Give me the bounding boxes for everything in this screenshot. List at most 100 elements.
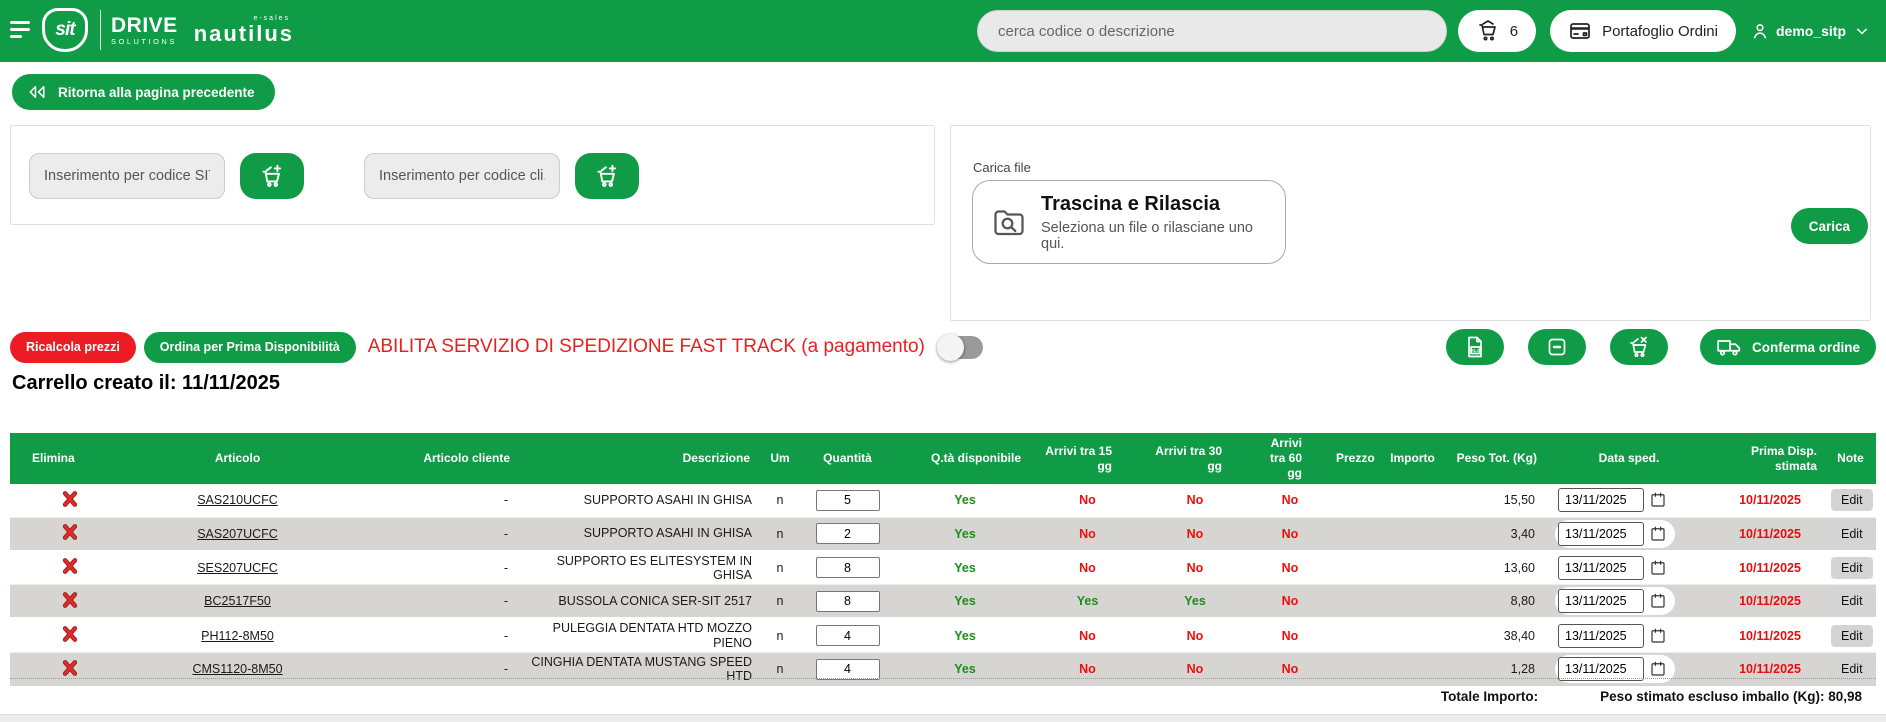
user-icon	[1750, 21, 1770, 41]
first-availability-date: 10/11/2025	[1739, 594, 1801, 608]
ship-date-input[interactable]	[1558, 624, 1644, 648]
price-cell	[1330, 517, 1377, 551]
calendar-picker-button[interactable]	[1644, 592, 1672, 610]
dropzone-subtitle: Seleziona un file o rilasciane uno qui.	[1041, 220, 1267, 252]
bottom-strip	[0, 714, 1886, 722]
arrival-60-cell: No	[1250, 551, 1330, 585]
ship-date-input[interactable]	[1558, 589, 1644, 613]
export-xls-button[interactable]: XLS	[1446, 329, 1504, 365]
table-tools: XLS Conferma ordine	[1446, 329, 1876, 365]
ship-date-input[interactable]	[1558, 488, 1644, 512]
delete-item-button[interactable]	[61, 625, 79, 643]
edit-note-button[interactable]: Edit	[1831, 557, 1873, 579]
description-cell: SUPPORTO ASAHI IN GHISA	[520, 517, 760, 551]
weight-cell: 15,50	[1448, 484, 1543, 517]
confirm-order-button[interactable]: Conferma ordine	[1700, 329, 1876, 365]
client-article-cell: -	[345, 517, 520, 551]
quantity-input[interactable]	[816, 591, 880, 612]
fasttrack-label: ABILITA SERVIZIO DI SPEDIZIONE FAST TRAC…	[368, 336, 925, 358]
user-menu[interactable]: demo_sitp	[1750, 21, 1872, 41]
calendar-picker-button[interactable]	[1644, 491, 1672, 509]
column-header: Articolo cliente	[345, 433, 520, 484]
article-code-link[interactable]: SES207UCFC	[197, 561, 278, 575]
weight-cell: 13,60	[1448, 551, 1543, 585]
double-chevron-left-icon	[26, 83, 48, 101]
calendar-picker-button[interactable]	[1644, 660, 1672, 678]
cart-actions-row: Ricalcola prezzi Ordina per Prima Dispon…	[10, 328, 1876, 366]
edit-note-button[interactable]: Edit	[1831, 625, 1873, 647]
cart-table: EliminaArticoloArticolo clienteDescrizio…	[10, 433, 1876, 688]
ship-date-field	[1555, 622, 1675, 650]
empty-cart-button[interactable]	[1610, 329, 1668, 365]
quantity-input[interactable]	[816, 490, 880, 511]
sit-logo: sit	[42, 8, 88, 52]
article-code-link[interactable]: CMS1120-8M50	[192, 662, 282, 676]
delete-item-button[interactable]	[61, 490, 79, 508]
unit-cell: n	[760, 484, 800, 517]
fasttrack-toggle[interactable]	[939, 336, 983, 359]
recalculate-prices-button[interactable]: Ricalcola prezzi	[10, 332, 136, 363]
arrival-15-cell: No	[1035, 618, 1140, 652]
calendar-icon	[1649, 525, 1667, 543]
delete-item-button[interactable]	[61, 591, 79, 609]
quantity-input[interactable]	[816, 659, 880, 680]
quantity-input[interactable]	[816, 625, 880, 646]
arrival-15-cell: No	[1035, 484, 1140, 517]
hamburger-menu-icon[interactable]	[10, 21, 32, 41]
quantity-input[interactable]	[816, 557, 880, 578]
username: demo_sitp	[1776, 23, 1846, 39]
calendar-picker-button[interactable]	[1644, 559, 1672, 577]
cart-icon	[1476, 19, 1500, 43]
order-by-first-availability-button[interactable]: Ordina per Prima Disponibilità	[144, 332, 356, 363]
brand-divider	[100, 10, 101, 50]
cart-button[interactable]: 6	[1458, 10, 1536, 52]
calendar-picker-button[interactable]	[1644, 627, 1672, 645]
back-button[interactable]: Ritorna alla pagina precedente	[12, 74, 275, 110]
table-footer: Totale Importo: Peso stimato escluso imb…	[10, 678, 1876, 714]
cart-item-row: PH112-8M50 - PULEGGIA DENTATA HTD MOZZO …	[10, 618, 1876, 652]
arrival-30-cell: No	[1140, 618, 1250, 652]
sit-code-input[interactable]	[29, 153, 225, 199]
arrival-60-cell: No	[1250, 517, 1330, 551]
estimated-weight-label: Peso stimato escluso imballo (Kg): 80,98	[1600, 689, 1862, 704]
article-code-link[interactable]: SAS207UCFC	[197, 527, 278, 541]
drive-solutions-logo: DRIVE SOLUTIONS	[111, 15, 178, 46]
client-article-cell: -	[345, 618, 520, 652]
unit-cell: n	[760, 551, 800, 585]
delete-item-button[interactable]	[61, 523, 79, 541]
availability-cell: Yes	[895, 585, 1035, 619]
client-code-input[interactable]	[364, 153, 560, 199]
portfolio-orders-button[interactable]: Portafoglio Ordini	[1550, 10, 1736, 52]
ship-date-input[interactable]	[1558, 556, 1644, 580]
minus-square-icon	[1545, 335, 1569, 359]
quantity-input[interactable]	[816, 523, 880, 544]
cart-item-row: SES207UCFC - SUPPORTO ES ELITESYSTEM IN …	[10, 551, 1876, 585]
add-sit-code-to-cart-button[interactable]	[240, 153, 304, 199]
delete-item-button[interactable]	[61, 659, 79, 677]
column-header: Articolo	[130, 433, 345, 484]
search-input[interactable]	[998, 23, 1426, 40]
confirm-order-label: Conferma ordine	[1752, 340, 1860, 355]
description-cell: BUSSOLA CONICA SER-SIT 2517	[520, 585, 760, 619]
remove-selection-button[interactable]	[1528, 329, 1586, 365]
weight-cell: 8,80	[1448, 585, 1543, 619]
upload-file-button[interactable]: Carica	[1791, 208, 1868, 244]
edit-note-button[interactable]: Edit	[1831, 590, 1873, 612]
article-code-link[interactable]: PH112-8M50	[201, 629, 274, 643]
total-amount-label: Totale Importo:	[1441, 689, 1538, 704]
column-header: Arrivi tra 15 gg	[1035, 433, 1140, 484]
calendar-picker-button[interactable]	[1644, 525, 1672, 543]
amount-cell	[1377, 517, 1448, 551]
add-client-code-to-cart-button[interactable]	[575, 153, 639, 199]
edit-note-button[interactable]: Edit	[1831, 489, 1873, 511]
article-code-link[interactable]: SAS210UCFC	[197, 493, 278, 507]
edit-note-button[interactable]: Edit	[1831, 523, 1873, 545]
weight-cell: 3,40	[1448, 517, 1543, 551]
file-dropzone[interactable]: Trascina e Rilascia Seleziona un file o …	[972, 180, 1286, 264]
delete-item-button[interactable]	[61, 557, 79, 575]
client-article-cell: -	[345, 484, 520, 517]
arrival-60-cell: No	[1250, 484, 1330, 517]
ship-date-input[interactable]	[1558, 522, 1644, 546]
dropzone-text: Trascina e Rilascia Seleziona un file o …	[1041, 193, 1267, 252]
article-code-link[interactable]: BC2517F50	[204, 594, 271, 608]
